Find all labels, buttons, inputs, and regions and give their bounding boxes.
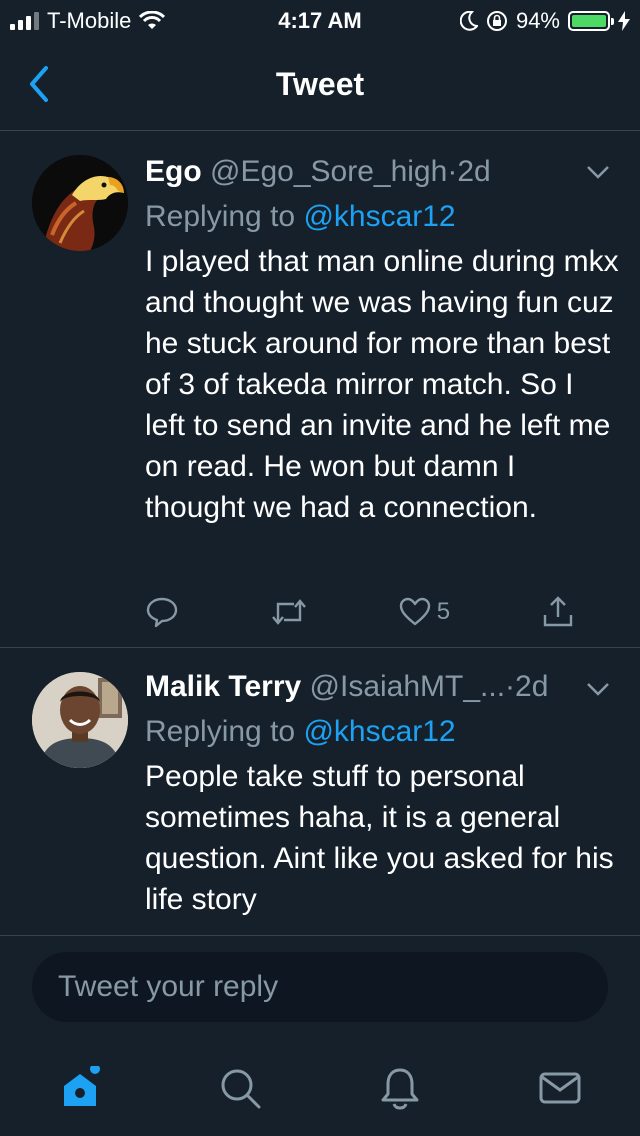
battery-icon [568,11,614,31]
status-bar: T-Mobile 4:17 AM 94% [0,0,640,40]
retweet-icon [271,599,306,625]
moon-icon [459,11,478,31]
share-button[interactable] [541,595,575,629]
replying-label: Replying to [145,200,296,233]
status-right: 94% [459,8,630,34]
tweet-content: Malik Terry @IsaiahMT_...·2d Replying to… [145,668,620,920]
profile-photo-image [32,672,128,768]
tweet-malik-terry[interactable]: Malik Terry @IsaiahMT_...·2d Replying to… [0,648,640,934]
tweet-age: 2d [515,670,549,703]
share-icon [543,596,573,627]
separator: · [447,155,458,188]
navigation-header: Tweet [0,40,640,131]
like-button[interactable]: 5 [399,597,450,627]
reply-icon [146,597,178,628]
display-name[interactable]: Malik Terry [145,670,301,703]
home-icon[interactable] [58,1066,102,1110]
tweet-text: People take stuff to personal sometimes … [145,760,614,916]
tab-bar [0,1036,640,1136]
notifications-icon[interactable] [378,1066,422,1110]
battery-percent: 94% [515,8,560,33]
replying-to: Replying to @khscar12 [145,199,620,235]
replying-label: Replying to [145,715,296,748]
messages-icon[interactable] [538,1066,582,1110]
handle[interactable]: @Ego_Sore_high [210,155,447,188]
tweet-actions: 5 [145,592,575,632]
tweet-author-line: Ego @Ego_Sore_high·2d [145,153,620,191]
like-count: 5 [436,598,451,625]
orientation-lock-icon [486,11,507,31]
reply-composer [0,935,640,1036]
heart-icon [399,597,430,626]
separator: · [505,670,516,703]
mention-link[interactable]: @khscar12 [303,200,455,233]
tweet-author-line: Malik Terry @IsaiahMT_...·2d [145,668,620,706]
display-name[interactable]: Ego [145,155,202,188]
avatar[interactable] [32,672,128,768]
page-title: Tweet [275,66,365,102]
eagle-avatar-image [32,155,128,251]
charging-bolt-icon [618,11,630,31]
reply-button[interactable] [145,595,179,629]
mention-link[interactable]: @khscar12 [303,715,455,748]
search-icon[interactable] [218,1066,262,1110]
tweet-content: Ego @Ego_Sore_high·2d Replying to @khsca… [145,153,620,528]
reply-input[interactable] [32,952,608,1022]
handle[interactable]: @IsaiahMT_... [310,670,506,703]
tweet-ego[interactable]: Ego @Ego_Sore_high·2d Replying to @khsca… [0,131,640,648]
avatar[interactable] [32,155,128,251]
tweet-age: 2d [457,155,491,188]
replying-to: Replying to @khscar12 [145,714,620,750]
tweet-text: I played that man online during mkx and … [145,245,619,524]
retweet-button[interactable] [270,595,308,629]
